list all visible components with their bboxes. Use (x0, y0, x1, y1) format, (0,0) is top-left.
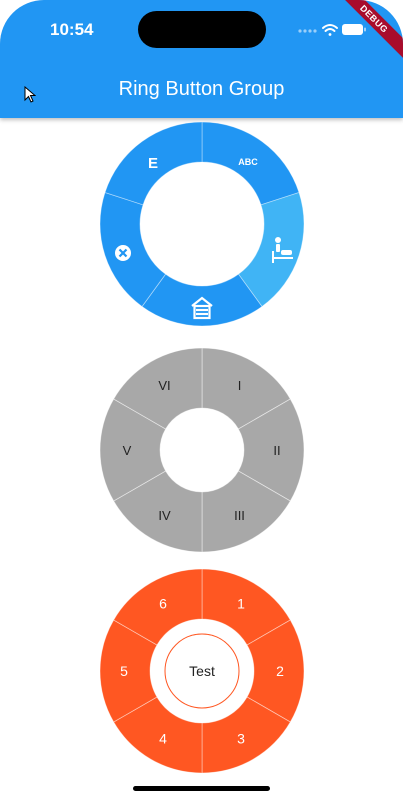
ring-button-group-numbers: 1 2 3 4 5 6 Test (99, 568, 305, 774)
cancel-icon[interactable] (115, 245, 131, 261)
center-test-button[interactable]: Test (164, 633, 240, 709)
mouse-cursor-icon (24, 86, 36, 103)
ring2-segment-label: IV (158, 508, 171, 523)
ring3-segment-label: 5 (120, 663, 128, 679)
ring3-segment-label: 1 (237, 595, 245, 611)
ring-button-group-roman: IIIIIIIVVVI (99, 347, 305, 553)
ring2-segment-label: VI (158, 378, 170, 393)
ring3-segment-label: 4 (159, 731, 167, 747)
ring3-segment-label: 6 (159, 595, 167, 611)
dynamic-island (138, 11, 266, 48)
ring2-segment-label: III (234, 508, 245, 523)
ring-button-group-icons: ABC E (99, 121, 305, 327)
ring2-segment-label: II (273, 443, 280, 458)
wifi-icon (322, 24, 338, 36)
ring3-segment-label: 2 (276, 663, 284, 679)
abc-icon[interactable]: ABC (238, 157, 258, 167)
ring2-segment-label: I (238, 378, 242, 393)
home-indicator (133, 786, 270, 791)
status-time: 10:54 (50, 20, 94, 39)
cellular-signal-icon (298, 29, 317, 33)
ring3-segment-label: 3 (237, 731, 245, 747)
phone-screen: 10:54 Ring Button Group DEBUG ABC E I II… (0, 0, 403, 801)
ring2-segment-label: V (123, 443, 132, 458)
abc-label: ABC (238, 157, 258, 167)
e-label: E (148, 155, 158, 172)
e-letter-icon[interactable]: E (148, 155, 158, 172)
debug-banner-label: DEBUG (343, 0, 403, 60)
center-test-label: Test (189, 663, 215, 679)
page-title: Ring Button Group (118, 78, 285, 100)
debug-banner: DEBUG (343, 0, 403, 60)
